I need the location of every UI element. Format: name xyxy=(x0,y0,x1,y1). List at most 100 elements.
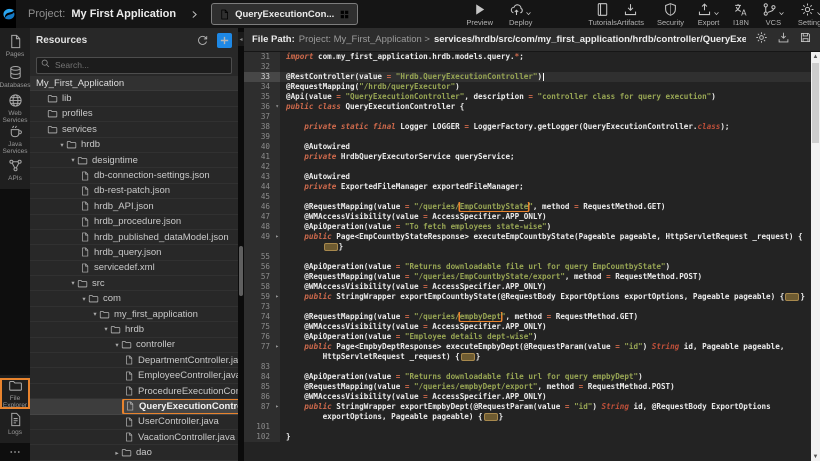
tree-item-QueryExecutionController.java[interactable]: QueryExecutionController.java xyxy=(30,399,238,414)
code-line-wrap[interactable]: exportOptions, Pageable pageable) {} xyxy=(244,412,811,422)
gutter-line-number[interactable]: 87▸ xyxy=(244,402,280,412)
tree-item-profiles[interactable]: profiles xyxy=(30,107,238,122)
fold-open-icon[interactable]: ▾ xyxy=(275,102,279,112)
gutter-line-number[interactable]: 46 xyxy=(244,202,280,212)
code-line-73[interactable]: 73 xyxy=(244,302,811,312)
code-line-58[interactable]: 58 @WMAccessVisibility(value = AccessSpe… xyxy=(244,282,811,292)
code-line-86[interactable]: 86 @WMAccessVisibility(value = AccessSpe… xyxy=(244,392,811,402)
gutter-line-number[interactable]: 33 xyxy=(244,72,280,82)
fold-closed-icon[interactable]: ▸ xyxy=(275,232,279,242)
gutter-line-number[interactable]: 75 xyxy=(244,322,280,332)
gutter-line-number[interactable]: 49▸ xyxy=(244,232,280,242)
code-line-42[interactable]: 42 xyxy=(244,162,811,172)
code-line-102[interactable]: 102} xyxy=(244,432,811,442)
tree-expand-open-icon[interactable]: ▾ xyxy=(113,341,121,349)
toolbar-settings-button[interactable]: Settings xyxy=(798,2,820,27)
gutter-line-number[interactable] xyxy=(244,412,280,422)
tree-expand-closed-icon[interactable]: ▸ xyxy=(113,449,121,457)
tree-item-lib[interactable]: lib xyxy=(30,91,238,106)
code-line-45[interactable]: 45 xyxy=(244,192,811,202)
code-line-46[interactable]: 46 @RequestMapping(value = "/queries/Emp… xyxy=(244,202,811,212)
code-line-33[interactable]: 33@RestController(value = "Hrdb.QueryExe… xyxy=(244,72,811,82)
code-line-38[interactable]: 38 private static final Logger LOGGER = … xyxy=(244,122,811,132)
refresh-icon[interactable] xyxy=(196,34,209,47)
tree-expand-open-icon[interactable]: ▾ xyxy=(102,325,110,333)
tree-item-com[interactable]: ▾com xyxy=(30,291,238,306)
code-line-47[interactable]: 47 @WMAccessVisibility(value = AccessSpe… xyxy=(244,212,811,222)
gutter-line-number[interactable]: 41 xyxy=(244,152,280,162)
code-line-43[interactable]: 43 @Autowired xyxy=(244,172,811,182)
tree-item-UserController.java[interactable]: UserController.java xyxy=(30,415,238,430)
search-input[interactable] xyxy=(36,57,232,74)
tree-item-services[interactable]: services xyxy=(30,122,238,137)
gutter-line-number[interactable]: 76 xyxy=(244,332,280,342)
toolbar-preview-button[interactable]: Preview xyxy=(466,2,493,27)
scroll-down-arrow[interactable]: ▼ xyxy=(811,452,820,461)
code-line-57[interactable]: 57 @RequestMapping(value = "/queries/Emp… xyxy=(244,272,811,282)
tree-item-db-rest-patch.json[interactable]: db-rest-patch.json xyxy=(30,184,238,199)
gutter-line-number[interactable]: 55 xyxy=(244,252,280,262)
folded-code-widget[interactable] xyxy=(785,293,799,301)
tree-item-src[interactable]: ▾src xyxy=(30,276,238,291)
gutter-line-number[interactable]: 43 xyxy=(244,172,280,182)
code-line-85[interactable]: 85 @RequestMapping(value = "/queries/emp… xyxy=(244,382,811,392)
tree-item-VacationController.java[interactable]: VacationController.java xyxy=(30,430,238,445)
save-icon[interactable] xyxy=(799,31,812,44)
gutter-line-number[interactable]: 85 xyxy=(244,382,280,392)
code-line-55[interactable]: 55 xyxy=(244,252,811,262)
sidebar-item-databases[interactable]: Databases xyxy=(0,62,30,93)
gutter-line-number[interactable]: 47 xyxy=(244,212,280,222)
code-line-41[interactable]: 41 private HrdbQueryExecutorService quer… xyxy=(244,152,811,162)
gutter-line-number[interactable]: 102 xyxy=(244,432,280,442)
code-line-76[interactable]: 76 @ApiOperation(value = "Employee detai… xyxy=(244,332,811,342)
gutter-line-number[interactable]: 48 xyxy=(244,222,280,232)
gutter-line-number[interactable]: 83 xyxy=(244,362,280,372)
tree-item-designtime[interactable]: ▾designtime xyxy=(30,153,238,168)
tree-item-EmployeeController.java[interactable]: EmployeeController.java xyxy=(30,368,238,383)
sidebar-item-file-explorer[interactable]: File Explorer xyxy=(0,378,30,409)
gutter-line-number[interactable]: 38 xyxy=(244,122,280,132)
code-line-44[interactable]: 44 private ExportedFileManager exportedF… xyxy=(244,182,811,192)
fold-closed-icon[interactable]: ▸ xyxy=(275,292,279,302)
toolbar-deploy-button[interactable]: Deploy xyxy=(509,2,532,27)
app-logo-icon[interactable] xyxy=(0,0,16,28)
gutter-line-number[interactable]: 57 xyxy=(244,272,280,282)
tree-scrollbar[interactable] xyxy=(238,28,244,461)
gutter-line-number[interactable]: 45 xyxy=(244,192,280,202)
code-line-34[interactable]: 34@RequestMapping("/hrdb/queryExecutor") xyxy=(244,82,811,92)
toolbar-artifacts-button[interactable]: Artifacts xyxy=(617,2,644,27)
panel-collapse-handle[interactable]: ◂ xyxy=(238,32,244,46)
toolbar-i18n-button[interactable]: AI18N xyxy=(733,2,749,27)
gear-icon[interactable] xyxy=(755,31,768,44)
tree-item-dao[interactable]: ▸dao xyxy=(30,445,238,460)
gutter-line-number[interactable] xyxy=(244,242,280,252)
code-line-wrap[interactable]: HttpServletRequest _request) {} xyxy=(244,352,811,362)
download-icon[interactable] xyxy=(777,31,790,44)
code-line-77[interactable]: 77▸ public Page<EmpbyDeptResponse> execu… xyxy=(244,342,811,352)
code-line-84[interactable]: 84 @ApiOperation(value = "Returns downlo… xyxy=(244,372,811,382)
code-line-39[interactable]: 39 xyxy=(244,132,811,142)
tree-item-my_first_application[interactable]: ▾my_first_application xyxy=(30,307,238,322)
sidebar-item-pages[interactable]: Pages xyxy=(0,31,30,62)
code-line-35[interactable]: 35@Api(value = "QueryExecutionController… xyxy=(244,92,811,102)
folded-code-widget[interactable] xyxy=(461,353,475,361)
code-line-74[interactable]: 74 @RequestMapping(value = "/queries/emp… xyxy=(244,312,811,322)
gutter-line-number[interactable]: 37 xyxy=(244,112,280,122)
code-line-59[interactable]: 59▸ public StringWrapper exportEmpCountb… xyxy=(244,292,811,302)
scroll-up-arrow[interactable]: ▲ xyxy=(811,52,820,61)
tree-expand-open-icon[interactable]: ▾ xyxy=(69,156,77,164)
sidebar-item-logs[interactable]: Logs xyxy=(0,409,30,440)
code-line-36[interactable]: 36▾public class QueryExecutionController… xyxy=(244,102,811,112)
gutter-line-number[interactable]: 74 xyxy=(244,312,280,322)
tree-item-My_First_Application[interactable]: My_First_Application xyxy=(30,76,238,91)
code-line-37[interactable]: 37 xyxy=(244,112,811,122)
editor-scrollbar-thumb[interactable] xyxy=(812,63,819,143)
tree-expand-open-icon[interactable]: ▾ xyxy=(58,141,66,149)
gutter-line-number[interactable]: 56 xyxy=(244,262,280,272)
fold-closed-icon[interactable]: ▸ xyxy=(275,402,279,412)
gutter-line-number[interactable]: 101 xyxy=(244,422,280,432)
toolbar-export-button[interactable]: Export xyxy=(697,2,720,27)
code-line-31[interactable]: 31import com.my_first_application.hrdb.m… xyxy=(244,52,811,62)
gutter-line-number[interactable]: 40 xyxy=(244,142,280,152)
code-area[interactable]: 31import com.my_first_application.hrdb.m… xyxy=(244,52,811,461)
